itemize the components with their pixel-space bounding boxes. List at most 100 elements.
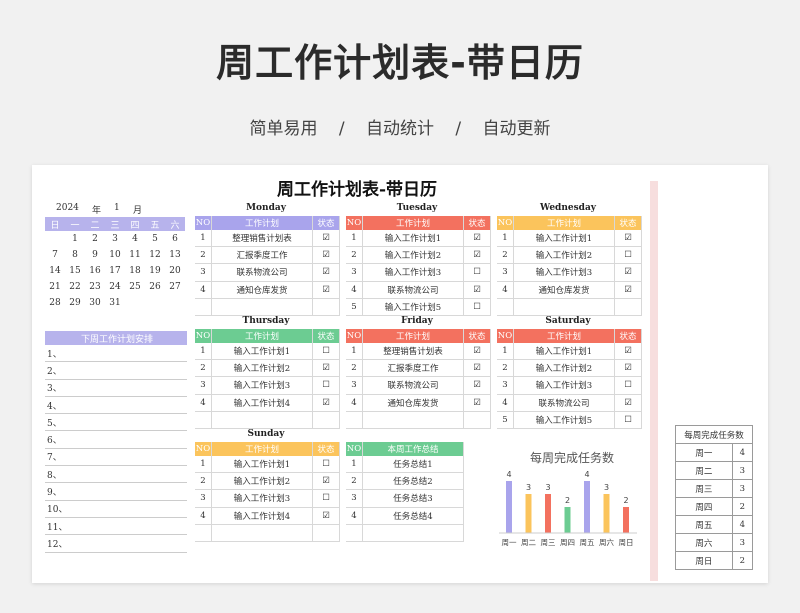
task-status-checkbox[interactable]: ☑	[614, 394, 642, 412]
calendar-day[interactable]: 12	[145, 247, 165, 263]
task-name[interactable]: 输入工作计划4	[211, 507, 313, 525]
task-status-checkbox[interactable]: ☐	[463, 298, 491, 316]
task-status-checkbox[interactable]	[463, 411, 491, 429]
task-name[interactable]: 输入工作计划3	[513, 263, 615, 282]
calendar-day[interactable]: 24	[105, 279, 125, 295]
summary-item[interactable]: 任务总结4	[362, 507, 464, 525]
task-status-checkbox[interactable]: ☑	[312, 281, 340, 299]
task-status-checkbox[interactable]: ☑	[463, 343, 491, 361]
task-status-checkbox[interactable]: ☐	[312, 456, 340, 474]
next-week-item[interactable]: 8、	[45, 465, 187, 484]
calendar-year[interactable]: 2024	[56, 203, 79, 213]
task-name[interactable]: 输入工作计划2	[513, 359, 615, 378]
summary-item[interactable]: 任务总结2	[362, 472, 464, 491]
calendar-day[interactable]	[165, 295, 185, 311]
calendar-day[interactable]: 15	[65, 263, 85, 279]
task-status-checkbox[interactable]	[312, 524, 340, 542]
calendar-day[interactable]: 10	[105, 247, 125, 263]
task-status-checkbox[interactable]: ☑	[312, 507, 340, 525]
calendar-day[interactable]: 1	[65, 231, 85, 247]
calendar-day[interactable]: 26	[145, 279, 165, 295]
task-status-checkbox[interactable]: ☐	[614, 376, 642, 395]
task-name[interactable]: 通知仓库发货	[362, 394, 464, 412]
calendar-day[interactable]	[45, 231, 65, 247]
task-status-checkbox[interactable]: ☑	[463, 230, 491, 248]
task-name[interactable]: 联系物流公司	[211, 263, 313, 282]
task-status-checkbox[interactable]: ☑	[312, 246, 340, 265]
task-status-checkbox[interactable]: ☑	[312, 359, 340, 378]
task-name[interactable]: 联系物流公司	[513, 394, 615, 412]
task-name[interactable]	[211, 524, 313, 542]
task-status-checkbox[interactable]: ☑	[312, 394, 340, 412]
task-status-checkbox[interactable]: ☑	[463, 394, 491, 412]
task-name[interactable]: 输入工作计划3	[513, 376, 615, 395]
next-week-item[interactable]: 12、	[45, 534, 187, 553]
task-name[interactable]: 联系物流公司	[362, 281, 464, 299]
task-status-checkbox[interactable]	[312, 298, 340, 316]
next-week-item[interactable]: 2、	[45, 361, 187, 380]
next-week-item[interactable]: 5、	[45, 413, 187, 432]
task-name[interactable]: 输入工作计划2	[362, 246, 464, 265]
calendar-month[interactable]: 1	[114, 203, 120, 213]
calendar-day[interactable]: 25	[125, 279, 145, 295]
next-week-item[interactable]: 9、	[45, 482, 187, 501]
calendar-day[interactable]: 8	[65, 247, 85, 263]
task-status-checkbox[interactable]: ☑	[312, 472, 340, 491]
calendar-day[interactable]: 5	[145, 231, 165, 247]
task-name[interactable]: 输入工作计划1	[211, 456, 313, 474]
calendar-day[interactable]: 7	[45, 247, 65, 263]
calendar-day[interactable]: 22	[65, 279, 85, 295]
calendar-day[interactable]	[125, 295, 145, 311]
calendar-day[interactable]: 20	[165, 263, 185, 279]
calendar-day[interactable]: 28	[45, 295, 65, 311]
task-name[interactable]: 输入工作计划4	[211, 394, 313, 412]
task-status-checkbox[interactable]: ☑	[463, 281, 491, 299]
task-name[interactable]	[211, 298, 313, 316]
task-name[interactable]: 输入工作计划3	[211, 376, 313, 395]
next-week-item[interactable]: 1、	[45, 345, 187, 363]
next-week-item[interactable]: 3、	[45, 379, 187, 397]
calendar-day[interactable]: 30	[85, 295, 105, 311]
next-week-item[interactable]: 10、	[45, 500, 187, 518]
task-name[interactable]: 输入工作计划3	[362, 263, 464, 282]
task-name[interactable]: 整理销售计划表	[211, 230, 313, 248]
task-status-checkbox[interactable]: ☑	[312, 230, 340, 248]
calendar-day[interactable]: 2	[85, 231, 105, 247]
task-status-checkbox[interactable]: ☑	[463, 359, 491, 378]
task-name[interactable]	[211, 411, 313, 429]
task-name[interactable]: 输入工作计划1	[211, 343, 313, 361]
calendar-day[interactable]: 29	[65, 295, 85, 311]
task-status-checkbox[interactable]: ☑	[312, 263, 340, 282]
task-status-checkbox[interactable]: ☐	[312, 489, 340, 508]
calendar-day[interactable]: 3	[105, 231, 125, 247]
calendar-day[interactable]: 23	[85, 279, 105, 295]
calendar-day[interactable]: 31	[105, 295, 125, 311]
task-status-checkbox[interactable]	[614, 298, 642, 316]
task-name[interactable]: 输入工作计划3	[211, 489, 313, 508]
calendar-day[interactable]: 18	[125, 263, 145, 279]
task-name[interactable]: 汇报季度工作	[211, 246, 313, 265]
task-name[interactable]: 输入工作计划1	[362, 230, 464, 248]
calendar-day[interactable]	[145, 295, 165, 311]
task-name[interactable]	[362, 411, 464, 429]
task-status-checkbox[interactable]: ☐	[614, 246, 642, 265]
task-name[interactable]: 输入工作计划1	[513, 230, 615, 248]
next-week-item[interactable]: 7、	[45, 448, 187, 467]
task-status-checkbox[interactable]: ☑	[614, 263, 642, 282]
task-name[interactable]: 输入工作计划2	[513, 246, 615, 265]
calendar-day[interactable]: 14	[45, 263, 65, 279]
task-status-checkbox[interactable]: ☐	[463, 263, 491, 282]
task-name[interactable]: 输入工作计划1	[513, 343, 615, 361]
calendar-day[interactable]: 13	[165, 247, 185, 263]
task-name[interactable]: 通知仓库发货	[211, 281, 313, 299]
task-name[interactable]: 联系物流公司	[362, 376, 464, 395]
next-week-item[interactable]: 11、	[45, 517, 187, 536]
task-status-checkbox[interactable]: ☐	[614, 411, 642, 429]
task-status-checkbox[interactable]: ☑	[463, 376, 491, 395]
calendar-day[interactable]: 17	[105, 263, 125, 279]
task-status-checkbox[interactable]: ☑	[614, 343, 642, 361]
task-name[interactable]: 输入工作计划2	[211, 359, 313, 378]
task-name[interactable]: 输入工作计划2	[211, 472, 313, 491]
task-name[interactable]: 通知仓库发货	[513, 281, 615, 299]
next-week-item[interactable]: 4、	[45, 396, 187, 415]
